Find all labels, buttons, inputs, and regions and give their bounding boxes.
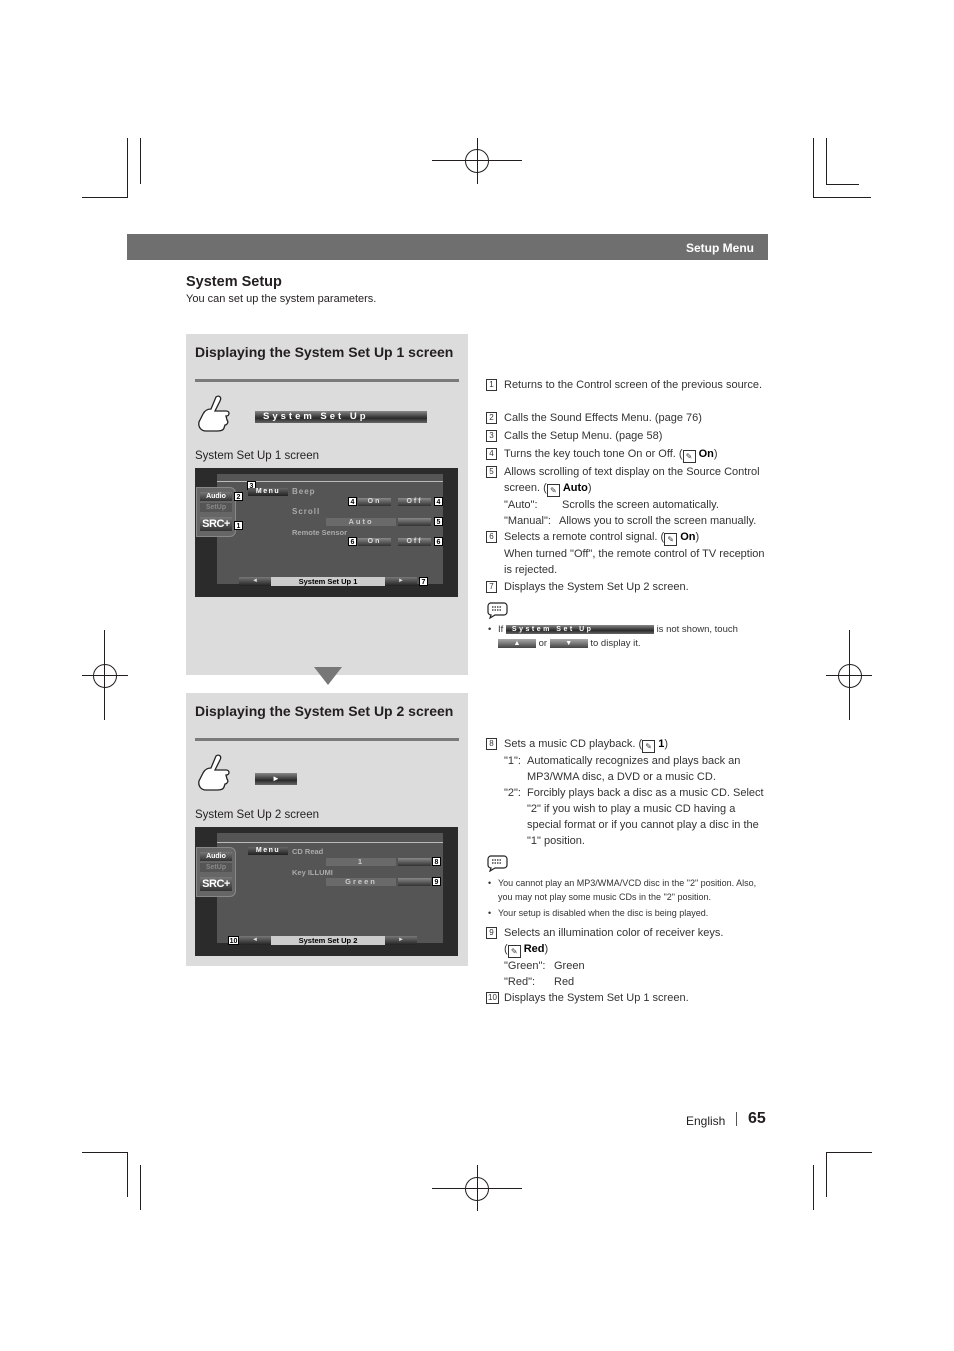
- section-title: Setup Menu: [686, 241, 754, 255]
- description-item: 3 Calls the Setup Menu. (page 58): [486, 428, 771, 444]
- callout-8: 8: [432, 857, 441, 866]
- screen-nav-bar: ◄ System Set Up 1 ►: [239, 577, 417, 586]
- next-screen-button[interactable]: ►: [385, 936, 417, 945]
- next-screen-button[interactable]: ►: [385, 577, 417, 586]
- note-icon: [487, 602, 508, 619]
- note-item: • If System Set Up is not shown, touch ▲ o…: [488, 624, 738, 649]
- setup-button[interactable]: SetUp: [200, 503, 232, 512]
- cd-read-select-button[interactable]: [398, 858, 431, 866]
- default-value: On: [680, 531, 696, 543]
- system-set-up-button[interactable]: System Set Up: [505, 624, 654, 634]
- key-illumi-select-button[interactable]: [398, 878, 431, 886]
- menu-button[interactable]: Menu: [248, 488, 288, 496]
- src-button[interactable]: SRC+: [200, 877, 232, 891]
- screen-nav-bar: ◄ System Set Up 2 ►: [239, 936, 417, 945]
- beep-label: Beep: [292, 487, 316, 496]
- description-item: 9 Selects an illumination color of receiv…: [486, 925, 771, 990]
- description-item: 7 Displays the System Set Up 2 screen.: [486, 579, 771, 595]
- description-item: 8 Sets a music CD playback. (✎ 1) "1": Aut…: [486, 736, 771, 849]
- callout-4: 4: [348, 497, 357, 506]
- touch-hand-icon: [198, 395, 230, 432]
- up-button[interactable]: ▲: [498, 638, 536, 648]
- side-button-group: Audio SetUp SRC+: [196, 487, 236, 537]
- default-setting-icon: ✎: [664, 533, 678, 546]
- default-setting-icon: ✎: [642, 740, 656, 753]
- touch-hand-icon: [198, 754, 230, 791]
- callout-7: 7: [419, 577, 428, 586]
- page-number: 65: [748, 1110, 766, 1127]
- cd-read-value: 1: [326, 858, 396, 866]
- scroll-label: Scroll: [292, 507, 321, 516]
- prev-screen-button[interactable]: ◄: [239, 577, 271, 586]
- default-setting-icon: ✎: [682, 450, 696, 463]
- beep-on-button[interactable]: On: [358, 498, 391, 506]
- callout-10: 10: [228, 936, 239, 945]
- scroll-value: Auto: [326, 518, 396, 526]
- section-header-bar: Setup Menu: [127, 234, 768, 260]
- remote-sensor-label: Remote Sensor: [292, 528, 348, 537]
- system-set-up-2-screen: Audio SetUp SRC+ Menu CD Read 1 8 Key IL…: [195, 827, 458, 956]
- down-button[interactable]: ▼: [549, 638, 588, 648]
- key-illumi-label: Key ILLUMI: [292, 868, 333, 877]
- panel-title: Displaying the System Set Up 2 screen: [195, 703, 454, 719]
- page-heading: System Setup: [186, 274, 282, 290]
- page-subtitle: You can set up the system parameters.: [186, 293, 377, 305]
- system-set-up-button[interactable]: System Set Up: [255, 411, 427, 423]
- next-arrow-button[interactable]: ►: [255, 773, 297, 785]
- side-button-group: Audio SetUp SRC+: [196, 847, 236, 897]
- setup-button[interactable]: SetUp: [200, 863, 232, 872]
- beep-off-button[interactable]: Off: [398, 498, 431, 506]
- callout-5: 5: [434, 517, 443, 526]
- default-setting-icon: ✎: [507, 945, 521, 958]
- screen-caption: System Set Up 1 screen: [195, 450, 319, 462]
- default-value: Auto: [562, 482, 588, 494]
- panel-title: Displaying the System Set Up 1 screen: [195, 344, 454, 360]
- prev-screen-button[interactable]: ◄: [239, 936, 271, 945]
- note-item: • Your setup is disabled when the disc is…: [488, 908, 709, 918]
- screen-title: System Set Up 1: [271, 577, 385, 586]
- description-item: 2 Calls the Sound Effects Menu. (page 76): [486, 410, 771, 426]
- system-set-up-1-screen: Audio SetUp SRC+ 2 1 3 Menu Beep 4 On Of…: [195, 468, 458, 597]
- note-icon: [487, 855, 508, 872]
- callout-6b: 6: [434, 537, 443, 546]
- footer-separator: [736, 1112, 737, 1126]
- remote-off-button[interactable]: Off: [398, 538, 431, 546]
- description-item: 1 Returns to the Control screen of the pr…: [486, 377, 771, 393]
- default-value: Red: [523, 943, 545, 955]
- screen-caption: System Set Up 2 screen: [195, 809, 319, 821]
- audio-button[interactable]: Audio: [200, 492, 232, 501]
- default-value: On: [698, 448, 714, 460]
- divider: [195, 738, 459, 741]
- callout-1: 1: [234, 521, 243, 530]
- callout-6: 6: [348, 537, 357, 546]
- callout-2: 2: [234, 492, 243, 501]
- panel-system-set-up-1: Displaying the System Set Up 1 screen Sy…: [186, 334, 468, 675]
- key-illumi-value: Green: [326, 878, 396, 886]
- cd-read-label: CD Read: [292, 847, 324, 856]
- menu-button[interactable]: Menu: [248, 847, 288, 855]
- description-item: 5 Allows scrolling of text display on the…: [486, 464, 771, 529]
- divider: [195, 379, 459, 382]
- description-item: 6 Selects a remote control signal. (✎ On)…: [486, 529, 771, 578]
- note-item: • You cannot play an MP3/WMA/VCD disc in …: [488, 878, 757, 902]
- scroll-select-button[interactable]: [398, 518, 431, 526]
- footer-language: English: [686, 1114, 726, 1128]
- default-setting-icon: ✎: [546, 484, 560, 497]
- panel-system-set-up-2: Displaying the System Set Up 2 screen ► …: [186, 693, 468, 966]
- screen-title: System Set Up 2: [271, 936, 385, 945]
- description-item: 10 Displays the System Set Up 1 screen.: [486, 990, 771, 1006]
- audio-button[interactable]: Audio: [200, 852, 232, 861]
- remote-on-button[interactable]: On: [358, 538, 391, 546]
- down-arrow-icon: [314, 667, 342, 685]
- callout-4b: 4: [434, 497, 443, 506]
- description-item: 4 Turns the key touch tone On or Off. (✎ …: [486, 446, 771, 463]
- callout-9: 9: [432, 877, 441, 886]
- src-button[interactable]: SRC+: [200, 517, 232, 531]
